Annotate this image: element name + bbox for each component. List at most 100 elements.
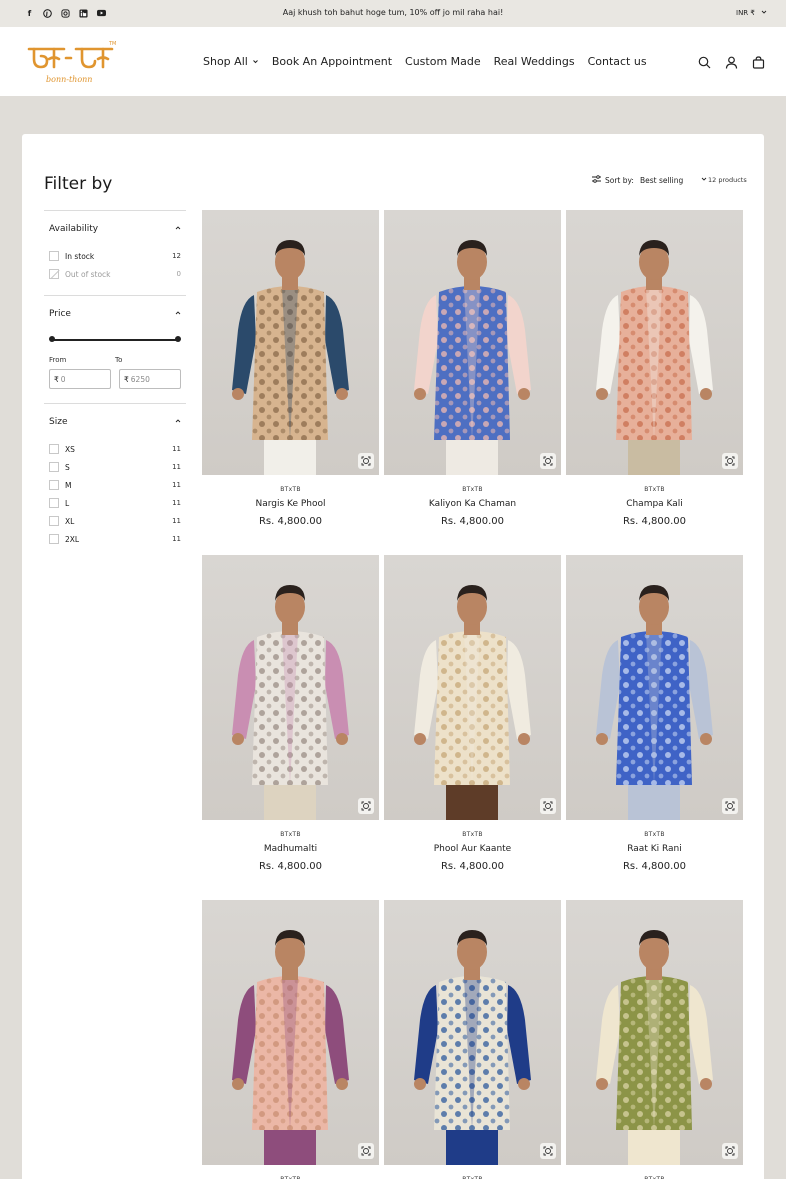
slider-max-handle[interactable] <box>175 336 181 342</box>
filter-option-size-s[interactable]: S 11 <box>44 458 186 476</box>
filter-availability-header[interactable]: Availability <box>44 211 186 247</box>
nav-book-appointment[interactable]: Book An Appointment <box>272 55 392 68</box>
quick-view-icon[interactable] <box>722 798 738 814</box>
quick-view-icon[interactable] <box>358 798 374 814</box>
filter-size-header[interactable]: Size <box>44 404 186 440</box>
filter-option-size-m[interactable]: M 11 <box>44 476 186 494</box>
nav-custom-made[interactable]: Custom Made <box>405 55 481 68</box>
product-vendor: BTxTB <box>280 486 301 493</box>
chevron-down-icon <box>252 55 259 68</box>
quick-view-icon[interactable] <box>540 453 556 469</box>
price-from-placeholder: 0 <box>60 374 66 384</box>
price-range-slider[interactable] <box>49 332 181 348</box>
checkbox-disabled <box>49 269 59 279</box>
quick-view-icon[interactable] <box>540 798 556 814</box>
product-card[interactable]: BTxTB Raat Ki Rani Rs. 4,800.00 <box>566 555 743 872</box>
product-card[interactable]: BTxTB Phool Aur Kaante Rs. 4,800.00 <box>384 555 561 872</box>
svg-text:bonn-thonn: bonn-thonn <box>46 75 92 84</box>
product-image[interactable] <box>566 555 743 820</box>
model-photo <box>596 240 713 475</box>
option-label: XS <box>65 444 75 454</box>
product-vendor: BTxTB <box>644 486 665 493</box>
option-label: S <box>65 462 70 472</box>
product-card[interactable]: BTxTB <box>202 900 379 1179</box>
brand-logo[interactable]: TM bonn-thonn <box>26 37 118 87</box>
filter-option-in-stock[interactable]: In stock 12 <box>44 247 186 265</box>
option-label: XL <box>65 516 75 526</box>
product-title[interactable]: Madhumalti <box>202 844 379 854</box>
filter-option-size-xs[interactable]: XS 11 <box>44 440 186 458</box>
product-card[interactable]: BTxTB Nargis Ke Phool Rs. 4,800.00 <box>202 210 379 527</box>
filter-size: Size XS 11 S 11 M 11 L 11 XL 11 2XL 11 <box>44 403 186 548</box>
product-price: Rs. 4,800.00 <box>440 516 505 527</box>
rupee-symbol: ₹ <box>54 374 59 384</box>
announcement-bar: f Aaj khush toh bahut hoge tum, 10% off … <box>0 0 786 27</box>
chevron-down-icon <box>761 9 767 17</box>
price-from-input[interactable]: ₹ 0 <box>49 369 111 389</box>
filter-option-size-2xl[interactable]: 2XL 11 <box>44 530 186 548</box>
product-image[interactable] <box>566 900 743 1165</box>
product-card[interactable]: BTxTB <box>566 900 743 1179</box>
chevron-up-icon <box>175 418 181 426</box>
quick-view-icon[interactable] <box>358 1143 374 1159</box>
cart-icon[interactable] <box>752 54 765 69</box>
search-icon[interactable] <box>698 54 711 69</box>
product-image[interactable] <box>384 210 561 475</box>
product-card[interactable]: BTxTB Madhumalti Rs. 4,800.00 <box>202 555 379 872</box>
model-photo <box>596 930 713 1165</box>
account-icon[interactable] <box>725 54 738 69</box>
filter-option-out-of-stock: Out of stock 0 <box>44 265 186 283</box>
filter-availability: Availability In stock 12 Out of stock 0 <box>44 210 186 283</box>
product-image[interactable] <box>384 900 561 1165</box>
quick-view-icon[interactable] <box>540 1143 556 1159</box>
product-image[interactable] <box>202 555 379 820</box>
product-title[interactable]: Nargis Ke Phool <box>202 499 379 509</box>
checkbox[interactable] <box>49 498 59 508</box>
nav-contact-us[interactable]: Contact us <box>588 55 647 68</box>
product-title[interactable]: Champa Kali <box>566 499 743 509</box>
model-photo <box>232 240 349 475</box>
sort-control[interactable]: Sort by: Best selling <box>592 175 707 185</box>
filter-heading: Size <box>49 417 68 427</box>
option-count: 11 <box>172 517 181 525</box>
product-title[interactable]: Phool Aur Kaante <box>384 844 561 854</box>
product-card[interactable]: BTxTB Champa Kali Rs. 4,800.00 <box>566 210 743 527</box>
product-title[interactable]: Kaliyon Ka Chaman <box>384 499 561 509</box>
quick-view-icon[interactable] <box>358 453 374 469</box>
price-to-input[interactable]: ₹ 6250 <box>119 369 181 389</box>
product-vendor: BTxTB <box>644 831 665 838</box>
checkbox[interactable] <box>49 462 59 472</box>
price-inputs: ₹ 0 ₹ 6250 <box>44 369 186 389</box>
product-card[interactable]: BTxTB <box>384 900 561 1179</box>
product-image[interactable] <box>202 210 379 475</box>
product-price: Rs. 4,800.00 <box>258 861 323 872</box>
sort-label: Sort by: <box>605 175 634 185</box>
price-to-placeholder: 6250 <box>130 374 150 384</box>
option-count: 11 <box>172 481 181 489</box>
checkbox[interactable] <box>49 534 59 544</box>
checkbox[interactable] <box>49 516 59 526</box>
filter-option-size-xl[interactable]: XL 11 <box>44 512 186 530</box>
filter-price-header[interactable]: Price <box>44 296 186 332</box>
product-card[interactable]: BTxTB Kaliyon Ka Chaman Rs. 4,800.00 <box>384 210 561 527</box>
filter-option-size-l[interactable]: L 11 <box>44 494 186 512</box>
product-image[interactable] <box>384 555 561 820</box>
sort-value[interactable]: Best selling <box>640 176 683 185</box>
checkbox[interactable] <box>49 251 59 261</box>
model-photo <box>232 930 349 1165</box>
product-title[interactable]: Raat Ki Rani <box>566 844 743 854</box>
nav-real-weddings[interactable]: Real Weddings <box>494 55 575 68</box>
checkbox[interactable] <box>49 480 59 490</box>
model-photo <box>232 585 349 820</box>
quick-view-icon[interactable] <box>722 1143 738 1159</box>
product-image[interactable] <box>566 210 743 475</box>
chevron-up-icon <box>175 310 181 318</box>
nav-shop-all[interactable]: Shop All <box>203 55 259 68</box>
product-price: Rs. 4,800.00 <box>440 861 505 872</box>
product-image[interactable] <box>202 900 379 1165</box>
currency-selector[interactable]: INR ₹ <box>736 9 767 17</box>
checkbox[interactable] <box>49 444 59 454</box>
slider-min-handle[interactable] <box>49 336 55 342</box>
quick-view-icon[interactable] <box>722 453 738 469</box>
currency-label: INR ₹ <box>736 9 755 17</box>
